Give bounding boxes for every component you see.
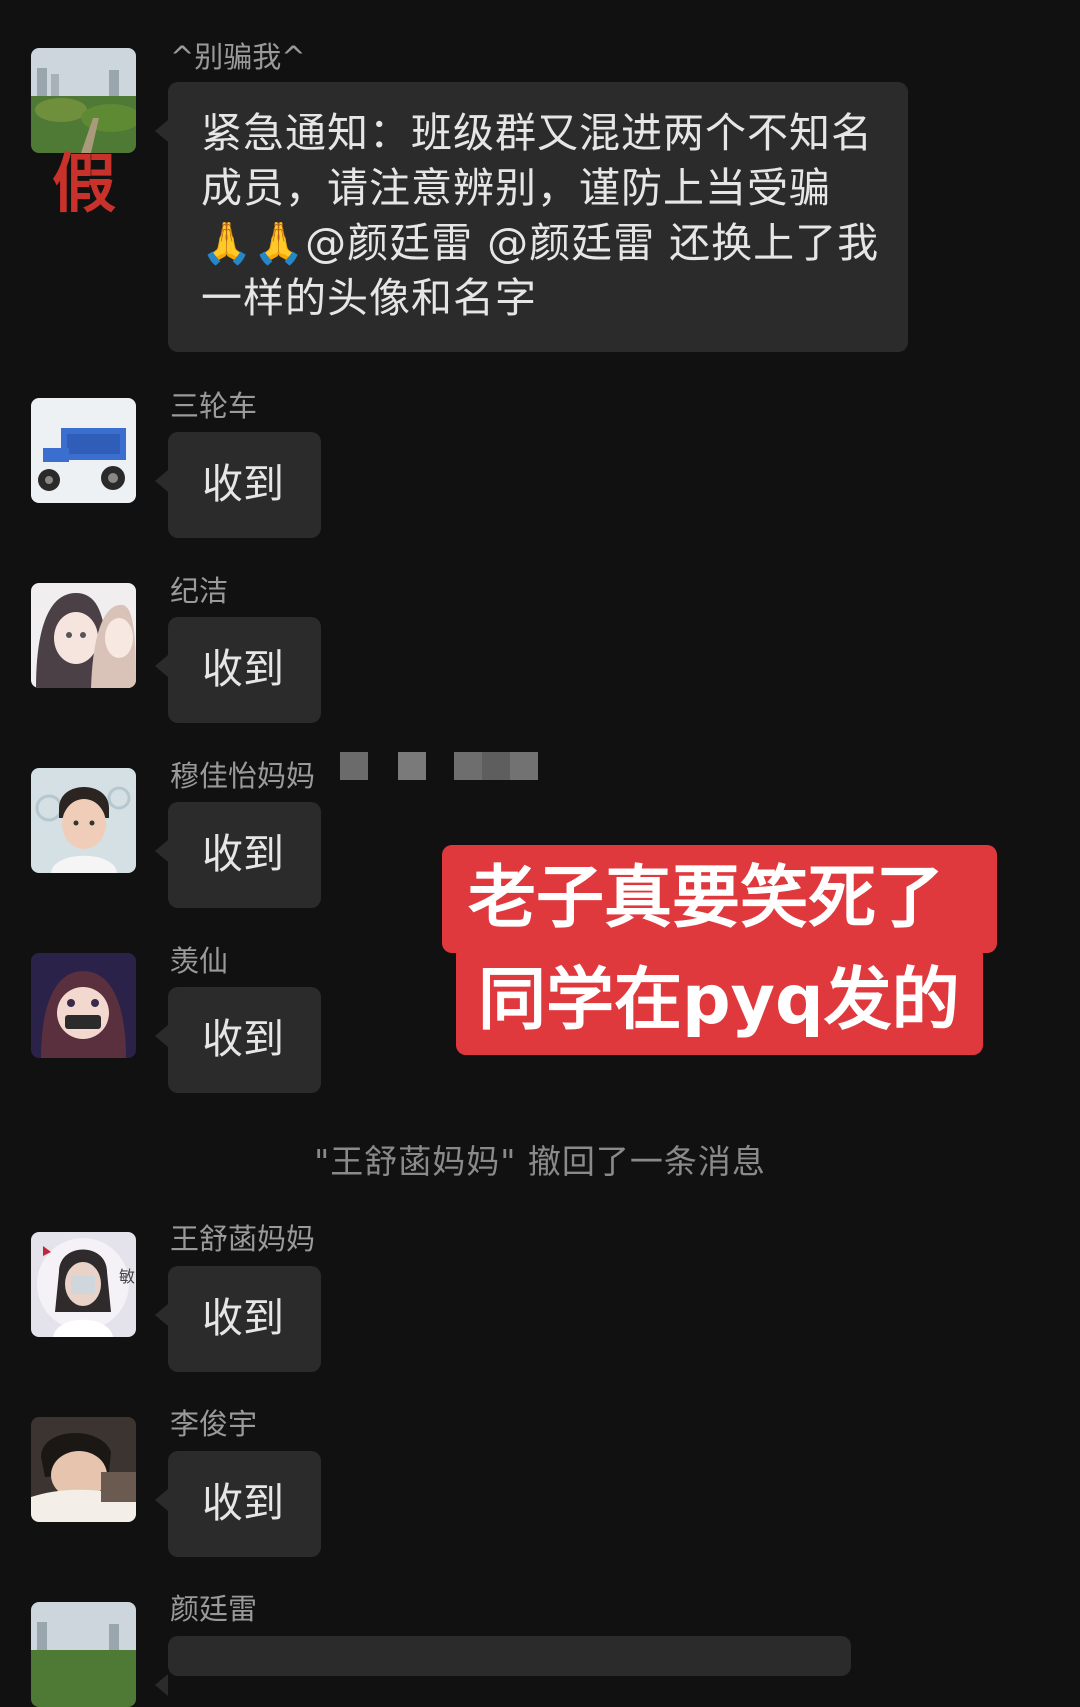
recall-notice: "王舒菡妈妈" 撤回了一条消息: [314, 1142, 766, 1181]
avatar[interactable]: [31, 1417, 136, 1522]
sender-name: 李俊宇: [170, 1407, 258, 1441]
sender-name: 羡仙: [170, 944, 229, 978]
avatar[interactable]: [31, 48, 136, 153]
girl-photo-avatar-icon: 敏: [31, 1232, 136, 1337]
anime-girls-avatar-icon: [31, 583, 136, 688]
message-bubble[interactable]: 收到: [155, 432, 321, 538]
sender-name: 颜廷雷: [170, 1592, 258, 1626]
message-bubble[interactable]: 紧急通知：班级群又混进两个不知名成员，请注意辨别，谨防上当受骗🙏🙏@颜廷雷 @颜…: [155, 82, 908, 352]
avatar[interactable]: [31, 768, 136, 873]
sender-name: ^别骗我^: [170, 40, 306, 74]
message-text: 收到: [202, 1294, 284, 1342]
message-text: 收到: [202, 830, 284, 878]
landscape-avatar-icon: [31, 1602, 136, 1707]
landscape-avatar-icon: [31, 48, 136, 153]
sender-name: 纪洁: [170, 574, 229, 608]
message-text: 收到: [202, 645, 284, 693]
boy-photo-avatar-icon: [31, 1417, 136, 1522]
sender-name: 三轮车: [170, 389, 258, 423]
sender-name: 穆佳怡妈妈: [170, 759, 316, 793]
message-bubble[interactable]: 收到: [155, 987, 321, 1093]
caption-overlay: 老子真要笑死了 同学在pyq发的: [440, 845, 997, 1055]
child-photo-avatar-icon: [31, 768, 136, 873]
message-text: 收到: [202, 1015, 284, 1063]
avatar[interactable]: [31, 1602, 136, 1707]
message-text: 收到: [202, 1479, 284, 1527]
message-text: 收到: [202, 460, 284, 508]
avatar[interactable]: [31, 583, 136, 688]
avatar[interactable]: 敏: [31, 1232, 136, 1337]
message-bubble[interactable]: 收到: [155, 617, 321, 723]
avatar[interactable]: [31, 953, 136, 1058]
tricycle-avatar-icon: [31, 398, 136, 503]
message-bubble[interactable]: 收到: [155, 1451, 321, 1557]
sender-name: 王舒菡妈妈: [170, 1222, 316, 1256]
caption-line1: 老子真要笑死了: [468, 859, 945, 938]
cartoon-avatar-icon: [31, 953, 136, 1058]
avatar[interactable]: [31, 398, 136, 503]
caption-line2: 同学在pyq发的: [478, 961, 960, 1040]
chat-window: 假 ^别骗我^ 紧急通知：班级群又混进两个不知名成员，请注意辨别，谨防上当受骗🙏…: [0, 0, 1080, 1707]
message-bubble[interactable]: 收到: [155, 1266, 321, 1372]
message-bubble[interactable]: [155, 1636, 851, 1696]
message-text: 紧急通知：班级群又混进两个不知名成员，请注意辨别，谨防上当受骗🙏🙏@颜廷雷 @颜…: [201, 109, 880, 322]
svg-text:敏: 敏: [119, 1267, 135, 1286]
message-bubble[interactable]: 收到: [155, 802, 321, 908]
redaction-mosaic: [340, 752, 540, 780]
fake-label: 假: [52, 148, 116, 222]
